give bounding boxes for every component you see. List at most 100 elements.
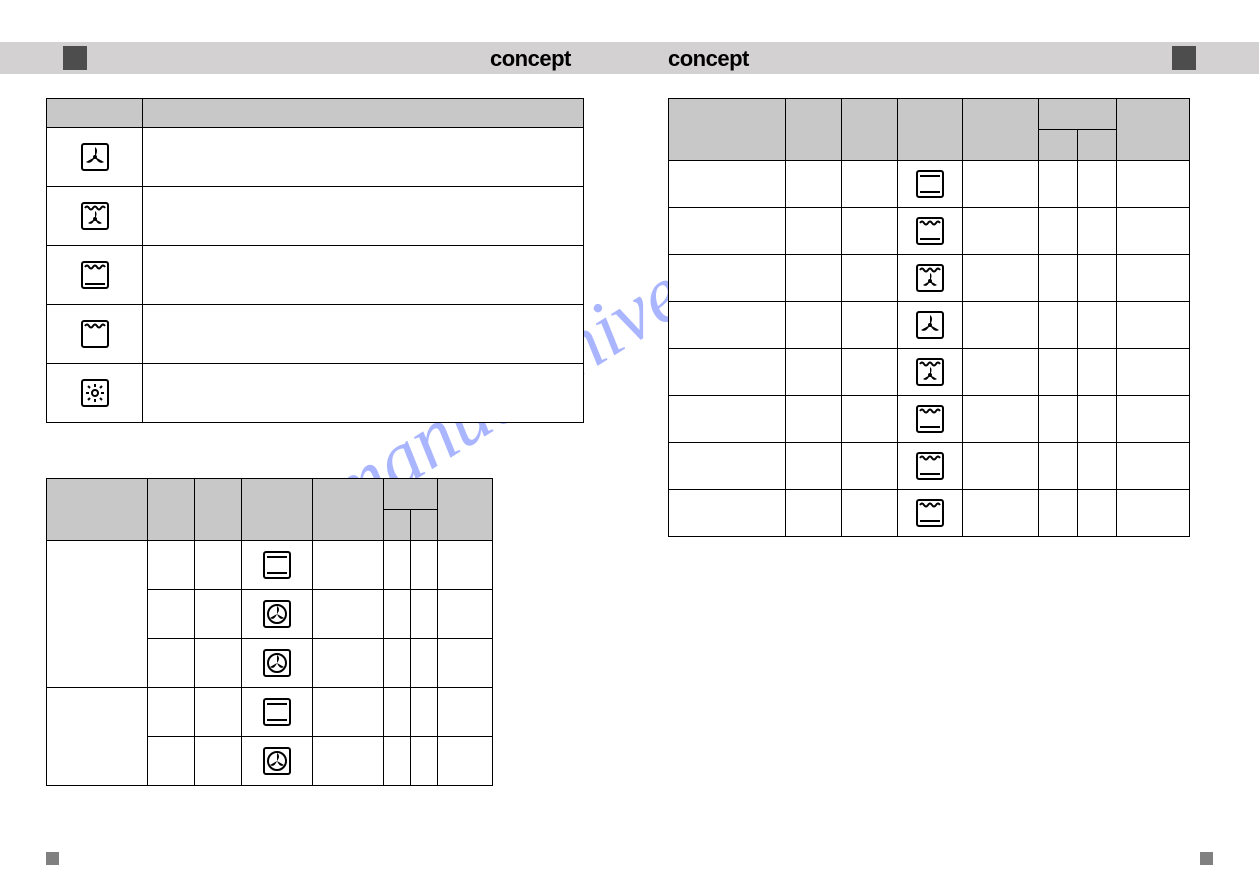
cell [963,396,1039,443]
cell [669,490,786,537]
t2-h-func [242,479,313,541]
top-bottom-bar-icon [915,169,945,199]
table-row [47,688,493,737]
cell [669,396,786,443]
fan-filled-icon [262,599,292,629]
cell [1039,443,1078,490]
cell-function [898,161,963,208]
cell [786,255,842,302]
t3-h-time [1117,99,1190,161]
cell [148,737,195,786]
t2-h-weight [148,479,195,541]
cell [842,161,898,208]
cell [1078,255,1117,302]
cell [195,639,242,688]
cell-description [143,246,584,305]
cell [963,349,1039,396]
t2-h-food [47,479,148,541]
top-bottom-bar-icon [262,550,292,580]
cell-function [242,688,313,737]
cell [1117,443,1190,490]
cell [1078,349,1117,396]
cell [786,208,842,255]
top-bottom-icon [80,260,110,290]
cell [963,490,1039,537]
cell [195,590,242,639]
table-row [669,161,1190,208]
fan-icon [80,142,110,172]
cell [148,590,195,639]
cell-icon [47,305,143,364]
cell [1117,302,1190,349]
t2-h-time [438,479,493,541]
cell [411,590,438,639]
cell [313,639,384,688]
cell [842,490,898,537]
t3-h-weight [786,99,842,161]
grill-top-icon [915,216,945,246]
cell [842,396,898,443]
cell [1078,208,1117,255]
brand-word-right: concept [668,46,749,72]
table-row [47,541,493,590]
grill-fan-icon [80,201,110,231]
cell [1117,208,1190,255]
grill-fan-icon [915,263,945,293]
cell [963,302,1039,349]
cell [1078,302,1117,349]
cell [786,302,842,349]
cell [1039,208,1078,255]
table-row [669,396,1190,443]
cell [786,396,842,443]
cell [1117,396,1190,443]
cell [148,541,195,590]
cell [842,255,898,302]
cell-description [143,128,584,187]
cell [384,639,411,688]
cell [963,443,1039,490]
functions-legend-table [46,98,584,423]
cell [842,443,898,490]
fan-icon [915,310,945,340]
table-row [47,187,584,246]
cell [384,737,411,786]
t3-h-water [842,99,898,161]
cooking-table-right [668,98,1190,537]
cell [1039,349,1078,396]
grill-top-icon [915,498,945,528]
cell [669,349,786,396]
cell-food [47,541,148,688]
cell [1078,490,1117,537]
t3-h-level [1039,99,1117,130]
cell [786,161,842,208]
cell [411,737,438,786]
cell [195,688,242,737]
fan-filled-icon [262,648,292,678]
top-bottom-bar-icon [262,697,292,727]
cell-function [898,349,963,396]
table-row [669,208,1190,255]
cell [148,688,195,737]
cell [411,639,438,688]
t3-h-level-b [1078,130,1117,161]
cell-icon [47,364,143,423]
cell [411,688,438,737]
t2-h-level [384,479,438,510]
t2-h-temp [313,479,384,541]
cell-function [898,255,963,302]
cell [1078,396,1117,443]
cell-description [143,187,584,246]
header-square-left [63,46,87,70]
cell [1078,443,1117,490]
cell-description [143,305,584,364]
fan-filled-icon [262,746,292,776]
cell [313,737,384,786]
brand-word-left: concept [490,46,571,72]
cell [842,302,898,349]
light-icon [80,378,110,408]
t3-h-food [669,99,786,161]
t2-h-water [195,479,242,541]
page-number-square-left [46,852,59,865]
grill-top-icon [915,451,945,481]
cell [1117,349,1190,396]
